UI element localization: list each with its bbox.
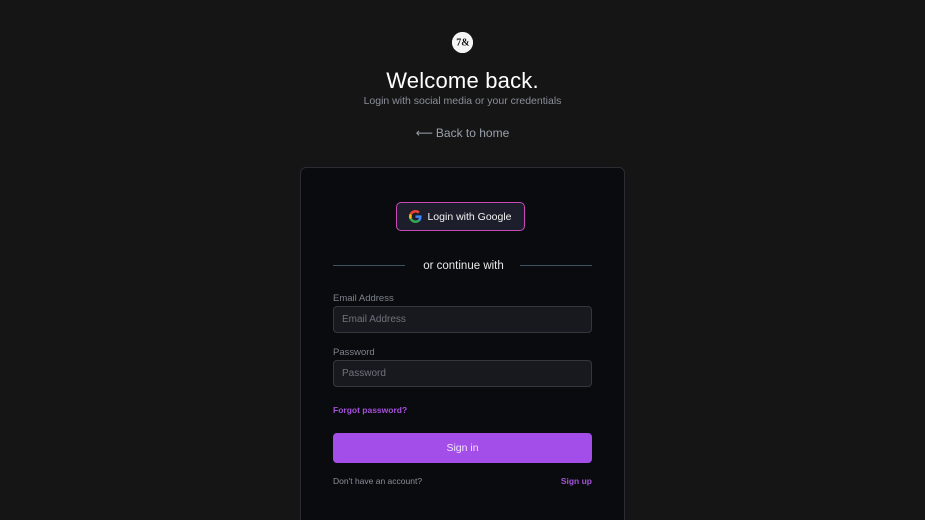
login-page: 7& Welcome back. Login with social media… [0, 0, 925, 520]
google-g-icon [409, 210, 423, 223]
back-to-home-link[interactable]: ⟵ Back to home [0, 125, 925, 141]
sign-up-link[interactable]: Sign up [561, 476, 592, 486]
login-card: Login with Google or continue with Email… [300, 167, 625, 520]
divider-text: or continue with [423, 260, 504, 272]
page-subtitle: Login with social media or your credenti… [363, 95, 562, 107]
divider-line-right [520, 265, 592, 266]
sign-in-button[interactable]: Sign in [333, 433, 592, 463]
back-to-home-label: Back to home [435, 126, 510, 140]
email-label: Email Address [333, 293, 394, 304]
logo-glyph: 7& [456, 38, 469, 49]
no-account-text: Don't have an account? [333, 476, 423, 486]
arrow-left-icon: ⟵ [415, 126, 433, 140]
login-with-google-label: Login with Google [427, 210, 512, 223]
page-title: Welcome back. [386, 68, 539, 93]
forgot-password-link[interactable]: Forgot password? [333, 405, 407, 415]
login-with-google-button[interactable]: Login with Google [396, 202, 525, 231]
brand-logo-icon[interactable]: 7& [452, 32, 473, 53]
email-field[interactable] [333, 306, 592, 333]
password-label: Password [333, 347, 375, 358]
password-field[interactable] [333, 360, 592, 387]
